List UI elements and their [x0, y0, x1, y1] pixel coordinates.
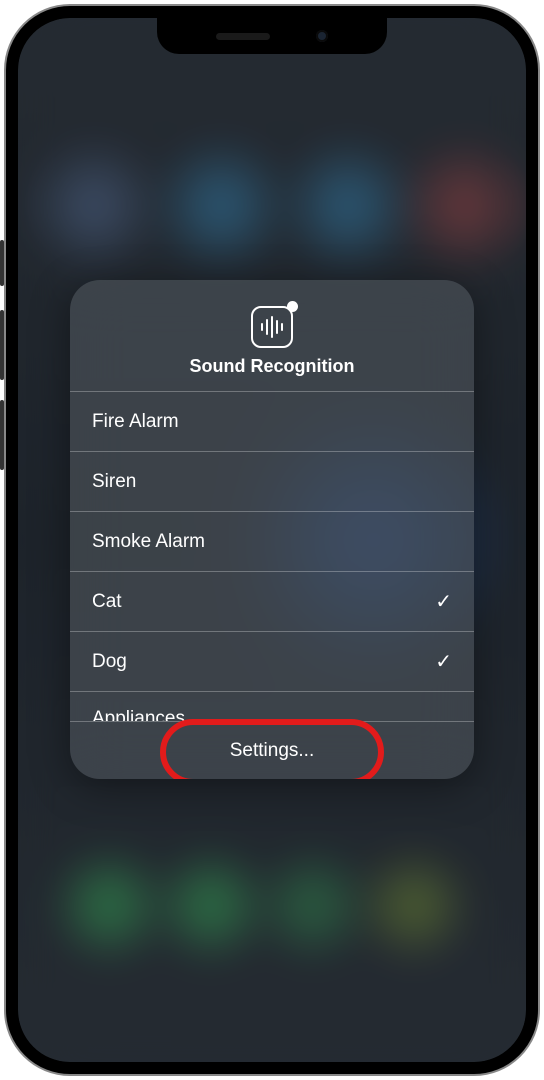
phone-volume-up — [0, 310, 4, 380]
list-item-label: Cat — [92, 591, 122, 613]
checkmark-icon: ✓ — [435, 589, 452, 614]
settings-button-label: Settings... — [230, 740, 315, 762]
sound-list: Fire Alarm Siren Smoke Alarm Cat ✓ Dog ✓ — [70, 391, 474, 721]
phone-mute-switch — [0, 240, 4, 286]
phone-frame: Sound Recognition Fire Alarm Siren Smoke… — [6, 6, 538, 1074]
phone-volume-down — [0, 400, 4, 470]
list-item-label: Dog — [92, 651, 127, 673]
checkmark-icon: ✓ — [435, 649, 452, 674]
list-item-label: Siren — [92, 471, 136, 493]
list-item[interactable]: Smoke Alarm — [70, 511, 474, 571]
list-item[interactable]: Dog ✓ — [70, 631, 474, 691]
list-item[interactable]: Fire Alarm — [70, 391, 474, 451]
list-item-label: Appliances — [92, 708, 185, 721]
list-item[interactable]: Cat ✓ — [70, 571, 474, 631]
sound-recognition-panel: Sound Recognition Fire Alarm Siren Smoke… — [70, 280, 474, 779]
list-item-label: Fire Alarm — [92, 411, 179, 433]
waveform-icon — [251, 306, 293, 348]
settings-button[interactable]: Settings... — [70, 721, 474, 779]
list-item-label: Smoke Alarm — [92, 531, 205, 553]
sound-recognition-icon — [251, 306, 293, 348]
notification-dot-icon — [287, 301, 298, 312]
screen-background: Sound Recognition Fire Alarm Siren Smoke… — [18, 18, 526, 1062]
phone-notch — [157, 18, 387, 54]
panel-title: Sound Recognition — [80, 356, 464, 377]
panel-header: Sound Recognition — [70, 280, 474, 391]
phone-front-camera — [316, 30, 328, 42]
phone-speaker — [216, 33, 270, 40]
list-item[interactable]: Appliances — [70, 691, 474, 721]
list-item[interactable]: Siren — [70, 451, 474, 511]
